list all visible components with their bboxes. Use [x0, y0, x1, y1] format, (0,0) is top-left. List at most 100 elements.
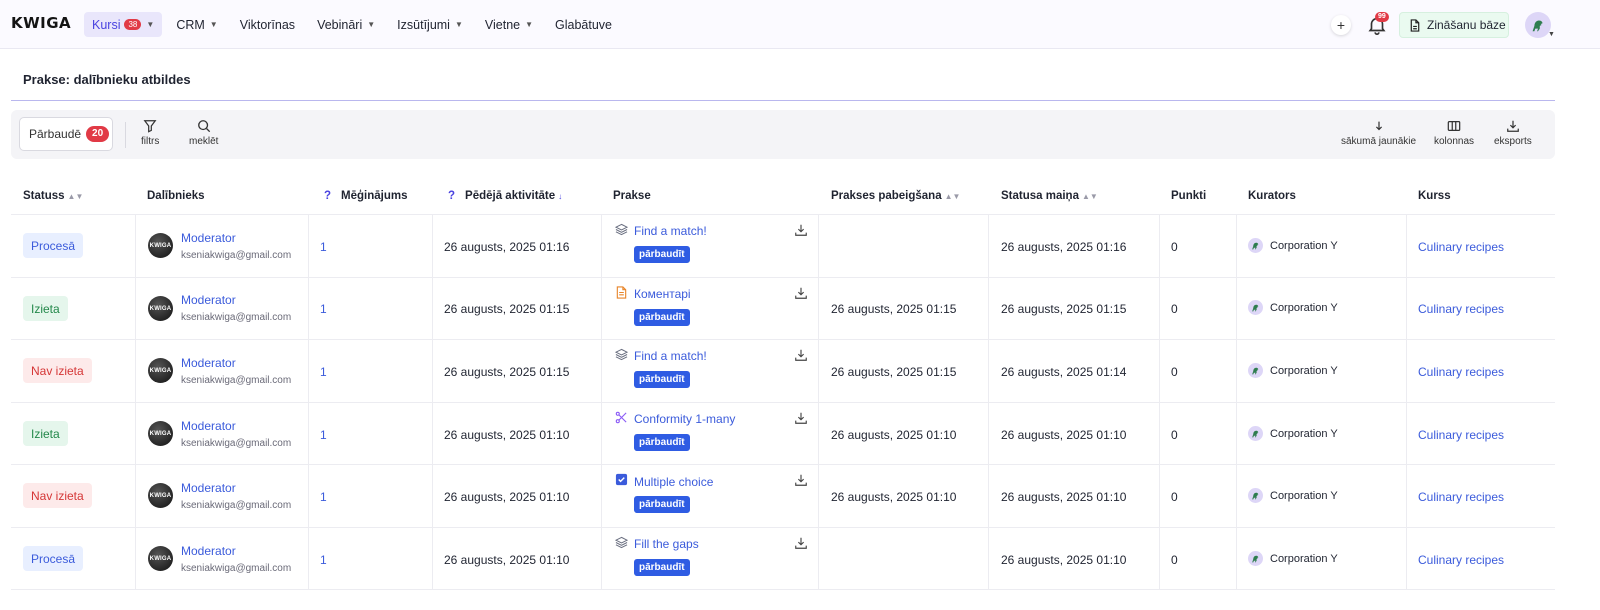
row-divider — [11, 214, 1555, 215]
check-button[interactable]: pārbaudīt — [634, 559, 690, 576]
attempt-link[interactable]: 1 — [320, 302, 327, 316]
nav-item-izsutijumi[interactable]: Izsūtījumi ▼ — [389, 12, 471, 37]
download-icon[interactable] — [794, 223, 808, 237]
participant-name-link[interactable]: Moderator — [181, 231, 236, 245]
practice-link[interactable]: Find a match! — [634, 224, 707, 238]
course-link[interactable]: Culinary recipes — [1418, 490, 1504, 504]
toolbar-divider — [125, 122, 126, 148]
row-divider — [11, 277, 1555, 278]
nav-item-glabatuve[interactable]: Glabātuve — [547, 12, 620, 37]
sort-newest-button[interactable]: sākumā jaunākie — [1341, 119, 1416, 147]
practice-link[interactable]: Find a match! — [634, 349, 707, 363]
participant-name-link[interactable]: Moderator — [181, 544, 236, 558]
points: 0 — [1171, 490, 1178, 504]
row-divider — [11, 589, 1555, 590]
search-button[interactable]: meklēt — [189, 119, 218, 147]
attempt-link[interactable]: 1 — [320, 490, 327, 504]
column-divider — [601, 214, 602, 590]
last-activity: 26 augusts, 2025 01:10 — [444, 553, 570, 567]
points: 0 — [1171, 428, 1178, 442]
chevron-down-icon[interactable]: ▼ — [1548, 31, 1555, 38]
brand-logo[interactable]: KWIGA — [11, 14, 71, 32]
column-header-points: Punkti — [1171, 190, 1207, 202]
filter-button[interactable]: filtrs — [141, 119, 159, 147]
nav-badge: 38 — [124, 19, 142, 30]
column-header-last-activity[interactable]: ? Pēdējā aktivitāte ↓ — [448, 190, 562, 202]
sort-icon: ▲▼ — [1081, 192, 1098, 201]
nav-item-vebinari[interactable]: Vebināri ▼ — [309, 12, 383, 37]
attempt-link[interactable]: 1 — [320, 240, 327, 254]
dinosaur-icon — [1252, 492, 1259, 500]
columns-button[interactable]: kolonnas — [1434, 119, 1474, 147]
column-header-attempt: ? Mēģinājums — [324, 190, 408, 202]
course-link[interactable]: Culinary recipes — [1418, 553, 1504, 567]
attempt-link[interactable]: 1 — [320, 553, 327, 567]
status-filter-chip[interactable]: Pārbaudē 20 — [19, 117, 113, 151]
columns-icon — [1447, 121, 1461, 131]
practice-link[interactable]: Conformity 1-many — [634, 412, 735, 426]
status-change: 26 augusts, 2025 01:10 — [1001, 490, 1127, 504]
attempt-link[interactable]: 1 — [320, 365, 327, 379]
curator-name: Corporation Y — [1270, 240, 1338, 252]
check-button[interactable]: pārbaudīt — [634, 434, 690, 451]
status-badge: Nav izieta — [23, 483, 92, 508]
check-button[interactable]: pārbaudīt — [634, 371, 690, 388]
participant-name-link[interactable]: Moderator — [181, 293, 236, 307]
download-icon[interactable] — [794, 536, 808, 550]
column-header-completion[interactable]: Prakses pabeigšana ▲▼ — [831, 190, 960, 202]
nav-item-kursi[interactable]: Kursi 38 ▼ — [84, 12, 163, 37]
course-link[interactable]: Culinary recipes — [1418, 240, 1504, 254]
participant-name-link[interactable]: Moderator — [181, 419, 236, 433]
check-button[interactable]: pārbaudīt — [634, 496, 690, 513]
practice-link[interactable]: Fill the gaps — [634, 537, 699, 551]
participant-email: kseniakwiga@gmail.com — [181, 312, 292, 323]
main-nav: Kursi 38 ▼ CRM ▼ Viktorīnas Vebināri ▼ I… — [84, 12, 626, 37]
last-activity: 26 augusts, 2025 01:15 — [444, 365, 570, 379]
search-icon — [197, 120, 210, 133]
practice-link[interactable]: Коментарі — [634, 287, 691, 301]
dinosaur-icon — [1252, 242, 1259, 250]
nav-item-vietne[interactable]: Vietne ▼ — [477, 12, 541, 37]
practice-link[interactable]: Multiple choice — [634, 475, 713, 489]
row-divider — [11, 402, 1555, 403]
download-icon[interactable] — [794, 286, 808, 300]
knowledge-base-button[interactable]: Zināšanu bāze — [1399, 12, 1509, 38]
column-divider — [1406, 214, 1407, 590]
check-button[interactable]: pārbaudīt — [634, 309, 690, 326]
practice-completion: 26 augusts, 2025 01:10 — [831, 490, 957, 504]
nav-item-label: Kursi — [92, 17, 121, 32]
export-button[interactable]: eksports — [1494, 119, 1532, 147]
participant-name-link[interactable]: Moderator — [181, 481, 236, 495]
download-icon[interactable] — [794, 473, 808, 487]
column-divider — [818, 214, 819, 590]
dinosaur-icon — [1252, 367, 1259, 375]
course-link[interactable]: Culinary recipes — [1418, 302, 1504, 316]
download-icon[interactable] — [794, 411, 808, 425]
export-label: eksports — [1494, 136, 1532, 147]
dinosaur-icon — [1532, 20, 1543, 32]
column-header-status[interactable]: Statuss ▲▼ — [23, 190, 83, 202]
nav-item-crm[interactable]: CRM ▼ — [168, 12, 225, 37]
attempt-link[interactable]: 1 — [320, 428, 327, 442]
nav-item-label: Vebināri — [317, 17, 363, 32]
participant-email: kseniakwiga@gmail.com — [181, 438, 292, 449]
participant-name-link[interactable]: Moderator — [181, 356, 236, 370]
check-button[interactable]: pārbaudīt — [634, 246, 690, 263]
help-icon[interactable]: ? — [448, 190, 455, 202]
column-divider — [988, 214, 989, 590]
course-link[interactable]: Culinary recipes — [1418, 365, 1504, 379]
column-divider — [1236, 214, 1237, 590]
curator-avatar — [1248, 363, 1263, 378]
toolbar: Pārbaudē 20 filtrs meklēt sākumā jaunāki… — [11, 110, 1555, 159]
layers-icon — [615, 223, 628, 236]
add-button[interactable]: + — [1331, 15, 1351, 35]
column-header-practice: Prakse — [613, 190, 651, 202]
column-header-status-change[interactable]: Statusa maiņa ▲▼ — [1001, 190, 1098, 202]
help-icon[interactable]: ? — [324, 190, 331, 202]
download-icon[interactable] — [794, 348, 808, 362]
row-divider — [11, 339, 1555, 340]
course-link[interactable]: Culinary recipes — [1418, 428, 1504, 442]
last-activity: 26 augusts, 2025 01:15 — [444, 302, 570, 316]
status-change: 26 augusts, 2025 01:10 — [1001, 553, 1127, 567]
nav-item-viktorinas[interactable]: Viktorīnas — [232, 12, 303, 37]
